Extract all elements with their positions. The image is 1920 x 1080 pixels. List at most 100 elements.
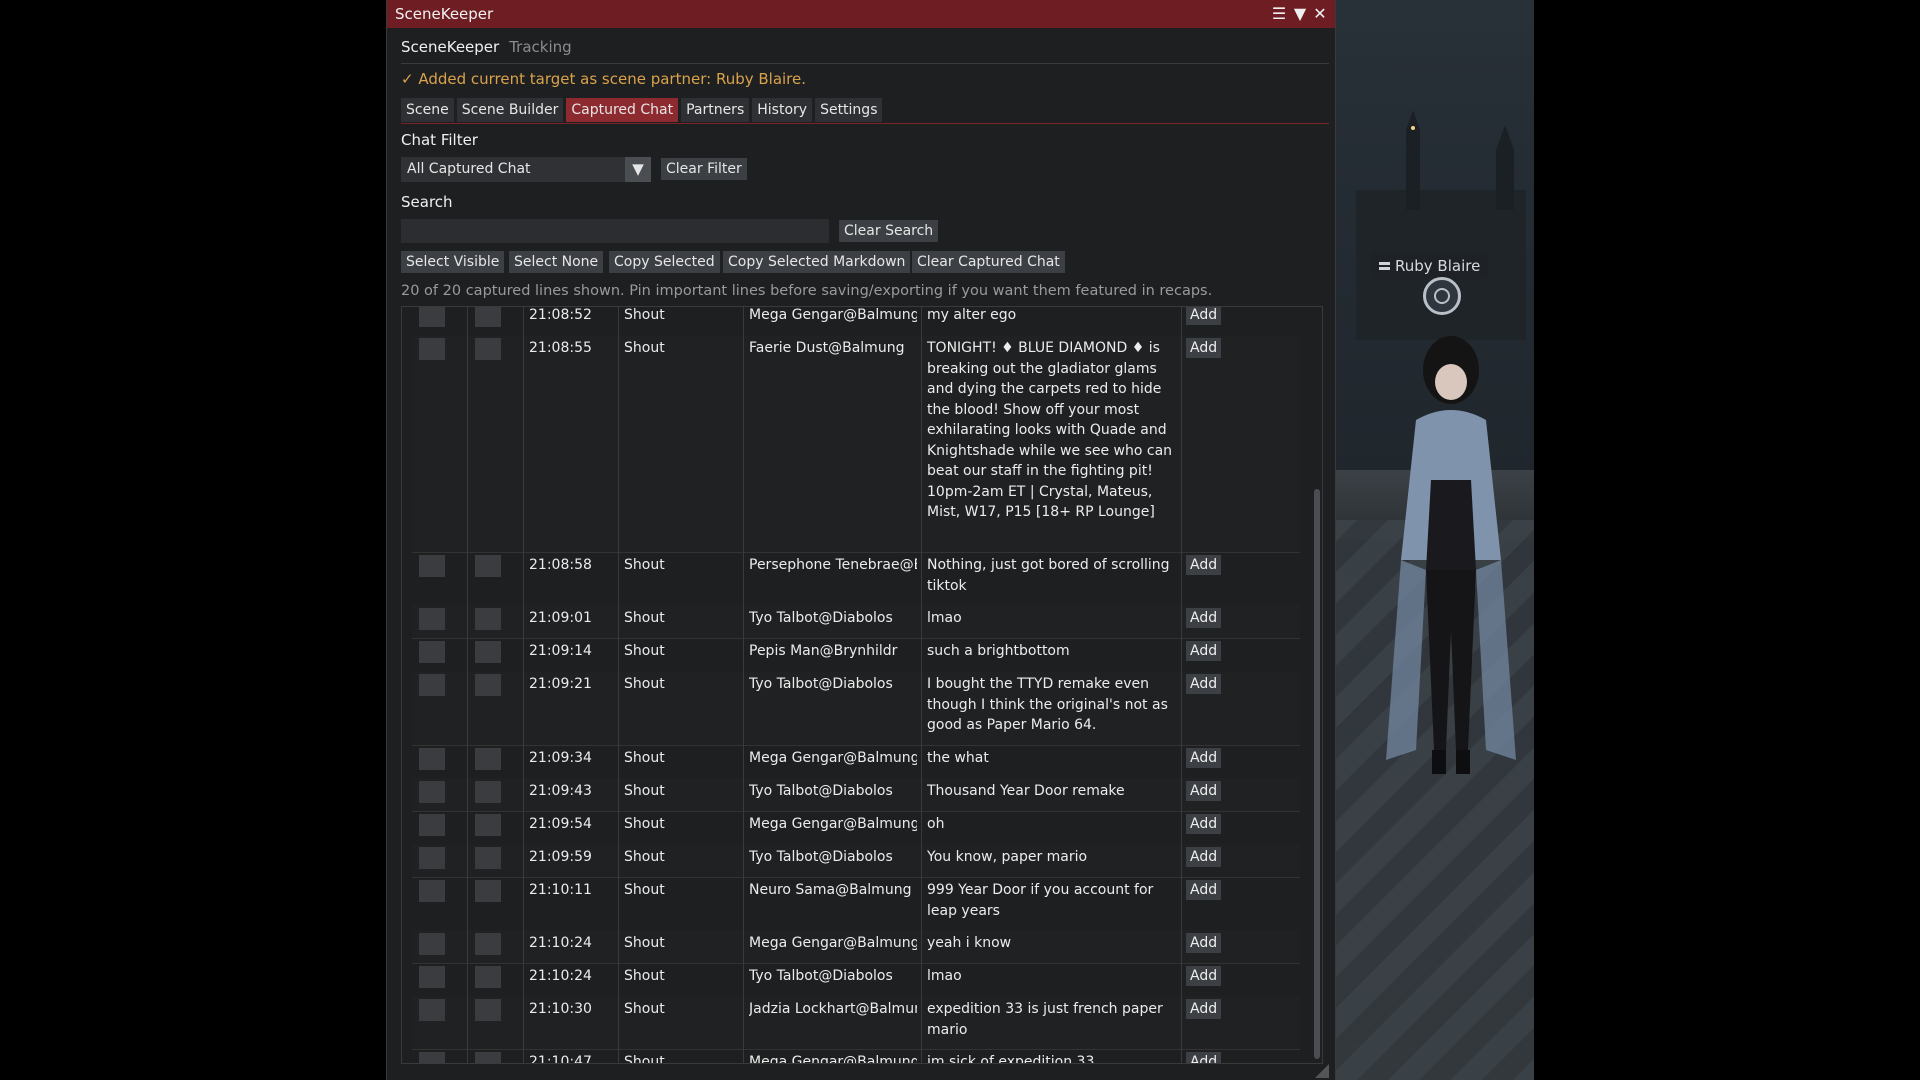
select-checkbox[interactable] <box>419 1052 445 1063</box>
select-cell <box>412 811 468 844</box>
add-button[interactable]: Add <box>1186 999 1222 1019</box>
captured-chat-table: 21:08:52 Shout Mega Gengar@Balmung my alter… <box>401 306 1323 1064</box>
header-app-name: SceneKeeper <box>401 38 500 56</box>
tab-scene[interactable]: Scene <box>401 98 454 122</box>
pin-checkbox[interactable] <box>475 814 501 836</box>
pin-checkbox[interactable] <box>475 608 501 630</box>
table-row[interactable]: 21:09:54 Shout Mega Gengar@Balmung oh Add <box>412 811 1300 845</box>
tab-scene-builder[interactable]: Scene Builder <box>456 98 564 122</box>
select-checkbox[interactable] <box>419 555 445 577</box>
table-row[interactable]: 21:10:24 Shout Mega Gengar@Balmung yeah i k… <box>412 930 1300 964</box>
select-checkbox[interactable] <box>419 781 445 803</box>
row-time: 21:09:43 <box>529 783 592 799</box>
table-row[interactable]: 21:10:11 Shout Neuro Sama@Balmung 999 Year … <box>412 877 1300 931</box>
table-row[interactable]: 21:08:55 Shout Faerie Dust@Balmung TONIGHT!… <box>412 335 1300 553</box>
resize-grip[interactable] <box>1315 1064 1329 1078</box>
pin-checkbox[interactable] <box>475 781 501 803</box>
select-checkbox[interactable] <box>419 338 445 360</box>
select-checkbox[interactable] <box>419 999 445 1021</box>
message-cell: Thousand Year Door remake <box>922 778 1182 811</box>
close-icon[interactable]: ✕ <box>1310 0 1330 28</box>
clear-captured-chat-button[interactable]: Clear Captured Chat <box>912 251 1065 273</box>
add-button[interactable]: Add <box>1186 966 1222 986</box>
add-button[interactable]: Add <box>1186 847 1222 867</box>
window-titlebar[interactable]: SceneKeeper ☰ ▼ ✕ <box>387 0 1335 28</box>
add-button[interactable]: Add <box>1186 814 1222 834</box>
add-button[interactable]: Add <box>1186 674 1222 694</box>
add-button[interactable]: Add <box>1186 338 1222 358</box>
search-label: Search <box>401 193 453 211</box>
table-row[interactable]: 21:09:43 Shout Tyo Talbot@Diabolos Thousand… <box>412 778 1300 812</box>
pin-checkbox[interactable] <box>475 880 501 902</box>
select-checkbox[interactable] <box>419 880 445 902</box>
table-row[interactable]: 21:09:01 Shout Tyo Talbot@Diabolos lmao Add <box>412 605 1300 639</box>
pin-checkbox[interactable] <box>475 1052 501 1063</box>
pin-checkbox[interactable] <box>475 641 501 663</box>
table-row[interactable]: 21:08:52 Shout Mega Gengar@Balmung my alter… <box>412 307 1300 336</box>
collapse-icon[interactable]: ▼ <box>1290 0 1310 28</box>
select-checkbox[interactable] <box>419 814 445 836</box>
select-checkbox[interactable] <box>419 674 445 696</box>
pin-checkbox[interactable] <box>475 555 501 577</box>
tab-captured-chat[interactable]: Captured Chat <box>566 98 679 122</box>
time-cell: 21:09:43 <box>524 778 619 811</box>
row-sender: Neuro Sama@Balmung <box>749 882 912 898</box>
table-row[interactable]: 21:10:30 Shout Jadzia Lockhart@Balmun exped… <box>412 996 1300 1050</box>
add-button[interactable]: Add <box>1186 933 1222 953</box>
add-button[interactable]: Add <box>1186 641 1222 661</box>
select-checkbox[interactable] <box>419 966 445 988</box>
table-row[interactable]: 21:10:24 Shout Tyo Talbot@Diabolos lmao Add <box>412 963 1300 997</box>
select-none-button[interactable]: Select None <box>509 251 604 273</box>
pin-checkbox[interactable] <box>475 674 501 696</box>
search-input[interactable] <box>401 219 829 243</box>
add-button[interactable]: Add <box>1186 555 1222 575</box>
row-time: 21:08:58 <box>529 557 592 573</box>
tab-partners[interactable]: Partners <box>681 98 750 122</box>
row-message: lmao <box>927 610 962 626</box>
copy-selected-button[interactable]: Copy Selected <box>609 251 720 273</box>
add-button[interactable]: Add <box>1186 1052 1222 1063</box>
dropdown-arrow-icon[interactable]: ▼ <box>625 157 651 182</box>
table-row[interactable]: 21:09:14 Shout Pepis Man@Brynhildr such a b… <box>412 638 1300 672</box>
select-visible-button[interactable]: Select Visible <box>401 251 505 273</box>
target-nameplate[interactable]: Ruby Blaire <box>1371 253 1489 279</box>
select-checkbox[interactable] <box>419 307 445 327</box>
chat-filter-select[interactable]: All Captured Chat ▼ <box>401 157 651 182</box>
tab-settings[interactable]: Settings <box>815 98 883 122</box>
menu-icon[interactable]: ☰ <box>1269 0 1289 28</box>
select-checkbox[interactable] <box>419 641 445 663</box>
channel-cell: Shout <box>619 811 744 844</box>
select-checkbox[interactable] <box>419 847 445 869</box>
select-checkbox[interactable] <box>419 933 445 955</box>
add-button[interactable]: Add <box>1186 608 1222 628</box>
pin-checkbox[interactable] <box>475 338 501 360</box>
pin-checkbox[interactable] <box>475 748 501 770</box>
table-row[interactable]: 21:09:21 Shout Tyo Talbot@Diabolos I bought… <box>412 671 1300 746</box>
table-row[interactable]: 21:08:58 Shout Persephone Tenebrae@B Nothin… <box>412 552 1300 606</box>
add-button[interactable]: Add <box>1186 307 1222 325</box>
add-button[interactable]: Add <box>1186 748 1222 768</box>
pin-checkbox[interactable] <box>475 933 501 955</box>
pin-checkbox[interactable] <box>475 307 501 327</box>
add-button[interactable]: Add <box>1186 880 1222 900</box>
message-cell: You know, paper mario <box>922 844 1182 877</box>
select-cell <box>412 552 468 605</box>
copy-selected-markdown-button[interactable]: Copy Selected Markdown <box>723 251 911 273</box>
pin-checkbox[interactable] <box>475 999 501 1021</box>
table-scrollbar[interactable] <box>1314 489 1320 1059</box>
select-checkbox[interactable] <box>419 608 445 630</box>
pin-checkbox[interactable] <box>475 847 501 869</box>
chat-filter-label: Chat Filter <box>401 131 478 149</box>
clear-filter-button[interactable]: Clear Filter <box>661 158 747 180</box>
table-row[interactable]: 21:10:47 Shout Mega Gengar@Balmung im sick … <box>412 1049 1300 1063</box>
channel-cell: Shout <box>619 605 744 638</box>
select-checkbox[interactable] <box>419 748 445 770</box>
clear-search-button[interactable]: Clear Search <box>839 220 939 242</box>
tab-history[interactable]: History <box>752 98 813 122</box>
hint-text: 20 of 20 captured lines shown. Pin impor… <box>401 283 1213 299</box>
add-button[interactable]: Add <box>1186 781 1222 801</box>
table-row[interactable]: 21:09:34 Shout Mega Gengar@Balmung the what… <box>412 745 1300 779</box>
row-time: 21:10:24 <box>529 968 592 984</box>
table-row[interactable]: 21:09:59 Shout Tyo Talbot@Diabolos You know… <box>412 844 1300 878</box>
pin-checkbox[interactable] <box>475 966 501 988</box>
